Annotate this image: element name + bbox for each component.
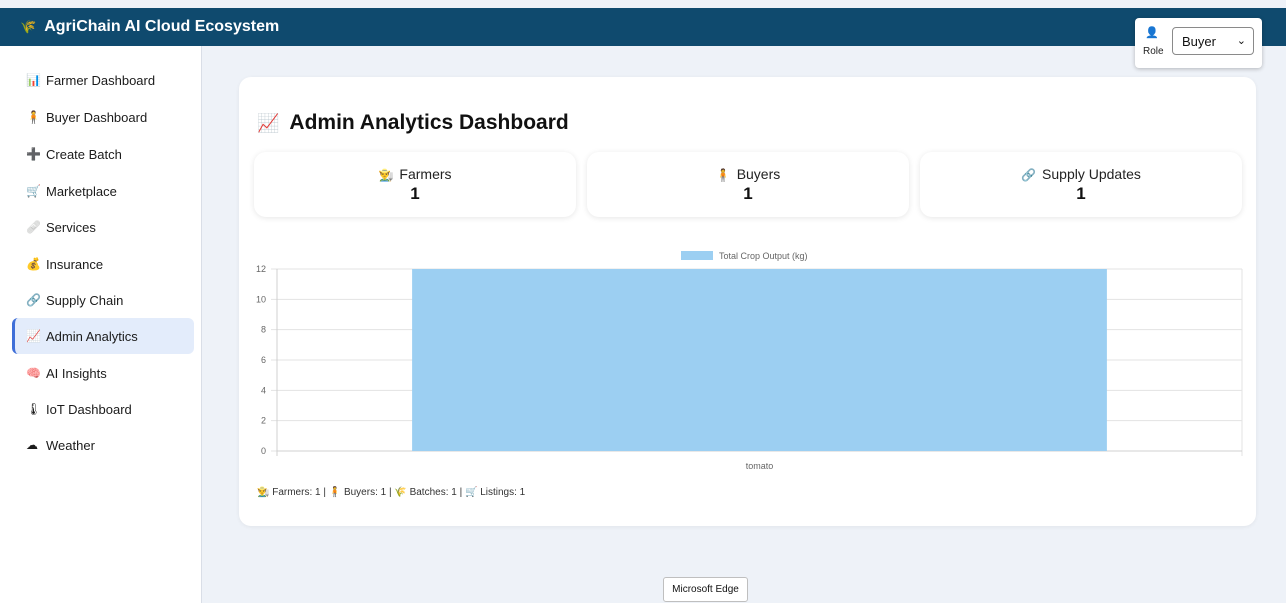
line-chart-icon: 📈 xyxy=(26,329,41,343)
sidebar-item-label: Create Batch xyxy=(46,146,122,162)
role-select-value: Buyer xyxy=(1182,33,1216,49)
stat-value: 1 xyxy=(743,184,753,203)
link-icon: 🔗 xyxy=(1021,168,1037,182)
farmer-icon: 👨‍🌾 xyxy=(378,168,394,182)
sidebar-item-ai-insights[interactable]: 🧠 AI Insights xyxy=(12,355,194,391)
crop-output-chart: 0 2 4 6 8 10 12 tomato Total Crop Output (kg) xyxy=(239,239,1256,479)
sidebar-item-marketplace[interactable]: 🛒 Marketplace xyxy=(12,173,194,209)
y-tick-label: 0 xyxy=(261,446,266,456)
sidebar-item-label: Insurance xyxy=(46,256,104,272)
bar-tomato xyxy=(412,269,1107,451)
chart-svg: 0 2 4 6 8 10 12 tomato Total Crop Output (kg) xyxy=(256,251,1243,471)
syringe-icon: 🩹 xyxy=(26,220,41,234)
sidebar: 📊 Farmer Dashboard 🧍 Buyer Dashboard ➕ Create… xyxy=(0,46,202,603)
link-icon: 🔗 xyxy=(26,293,41,307)
thermometer-icon: 🌡 xyxy=(26,402,42,416)
y-tick-label: 2 xyxy=(261,416,266,426)
sidebar-item-farmer-dashboard[interactable]: 📊 Farmer Dashboard xyxy=(12,62,194,98)
y-tick-label: 6 xyxy=(261,355,266,365)
y-tick-label: 12 xyxy=(256,264,266,274)
stat-value: 1 xyxy=(410,184,420,203)
sidebar-item-label: Weather xyxy=(46,437,95,453)
stat-card-farmers: 👨‍🌾 Farmers 1 xyxy=(254,152,576,217)
stat-card-supply-updates: 🔗 Supply Updates 1 xyxy=(920,152,1242,217)
money-bag-icon: 💰 xyxy=(26,257,41,271)
sidebar-item-label: IoT Dashboard xyxy=(46,401,132,417)
sidebar-item-iot-dashboard[interactable]: 🌡 IoT Dashboard xyxy=(12,391,194,427)
summary-footer: 👨‍🌾 Farmers: 1 | 🧍 Buyers: 1 | 🌾 Batches… xyxy=(257,487,526,498)
page-title-text: Admin Analytics Dashboard xyxy=(289,111,569,134)
sidebar-item-label: Marketplace xyxy=(46,183,117,199)
browser-tooltip: Microsoft Edge xyxy=(663,577,748,602)
bar-chart-icon: 📊 xyxy=(26,73,41,87)
role-select[interactable]: Buyer ⌄ xyxy=(1172,27,1254,55)
sidebar-item-label: Buyer Dashboard xyxy=(46,109,148,125)
sidebar-item-services[interactable]: 🩹 Services xyxy=(12,209,194,245)
stat-card-buyers: 🧍 Buyers 1 xyxy=(587,152,909,217)
analytics-card: 📈 Admin Analytics Dashboard 👨‍🌾 Farmers 1… xyxy=(239,77,1256,526)
sprout-icon: 🌾 xyxy=(20,19,37,34)
sidebar-item-label: Farmer Dashboard xyxy=(46,72,156,88)
person-icon: 🧍 xyxy=(26,110,41,124)
cloud-icon: ☁ xyxy=(26,438,38,452)
role-label: Role xyxy=(1143,46,1164,57)
sidebar-item-label: Supply Chain xyxy=(46,292,124,308)
y-tick-label: 8 xyxy=(261,325,266,335)
sidebar-item-buyer-dashboard[interactable]: 🧍 Buyer Dashboard xyxy=(12,99,194,135)
legend-swatch xyxy=(681,251,713,260)
role-switcher: 👤 Role Buyer ⌄ xyxy=(1135,18,1262,68)
person-icon: 🧍 xyxy=(715,168,731,182)
stat-value: 1 xyxy=(1076,184,1086,203)
line-chart-icon: 📈 xyxy=(257,112,280,133)
sidebar-item-admin-analytics[interactable]: 📈 Admin Analytics xyxy=(12,318,194,354)
y-tick-label: 4 xyxy=(261,385,266,395)
sidebar-item-weather[interactable]: ☁ Weather xyxy=(12,427,194,463)
chevron-down-icon: ⌄ xyxy=(1236,35,1246,47)
sidebar-item-create-batch[interactable]: ➕ Create Batch xyxy=(12,136,194,172)
sidebar-item-insurance[interactable]: 💰 Insurance xyxy=(12,246,194,282)
y-tick-label: 10 xyxy=(256,294,266,304)
sidebar-item-label: Services xyxy=(46,219,96,235)
person-icon: 👤 xyxy=(1145,27,1159,39)
plus-icon: ➕ xyxy=(26,147,41,161)
page-title: 📈 Admin Analytics Dashboard xyxy=(257,111,569,135)
top-header: 🌾 AgriChain AI Cloud Ecosystem xyxy=(0,8,1286,46)
cart-icon: 🛒 xyxy=(26,184,41,198)
x-tick-label: tomato xyxy=(746,461,774,471)
brain-icon: 🧠 xyxy=(26,366,41,380)
legend-label: Total Crop Output (kg) xyxy=(719,251,808,261)
sidebar-item-supply-chain[interactable]: 🔗 Supply Chain xyxy=(12,282,194,318)
app-title: 🌾 AgriChain AI Cloud Ecosystem xyxy=(20,18,279,36)
sidebar-item-label: Admin Analytics xyxy=(46,328,138,344)
sidebar-item-label: AI Insights xyxy=(46,365,107,381)
stat-label: Buyers xyxy=(736,166,781,182)
app-title-text: AgriChain AI Cloud Ecosystem xyxy=(44,18,280,35)
stat-label: Supply Updates xyxy=(1042,166,1141,182)
stat-label: Farmers xyxy=(399,166,452,182)
